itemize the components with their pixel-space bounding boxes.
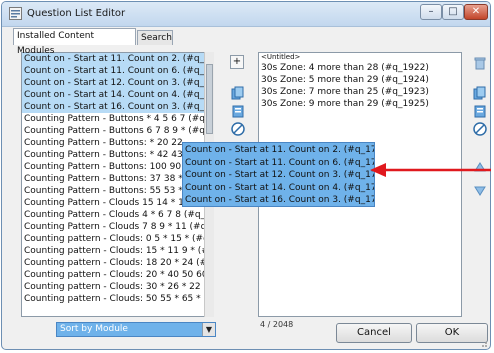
sort-select[interactable]: Sort by Module ▼ xyxy=(56,322,216,337)
trash-icon[interactable] xyxy=(473,56,487,70)
copy-icon[interactable] xyxy=(231,86,245,100)
right-remove-icon[interactable] xyxy=(473,122,487,136)
list-item[interactable]: Counting Pattern - Clouds 7 8 9 * 11 (#q… xyxy=(22,221,213,233)
question-count: 4 / 2048 xyxy=(260,320,294,329)
drag-preview-item: Count on - Start at 14. Count on 4. (#q_… xyxy=(185,182,374,193)
list-item[interactable]: 30s Zone: 9 more than 29 (#q_1925) xyxy=(259,98,461,110)
red-pointer-arrow-icon xyxy=(370,163,491,177)
sort-select-value: Sort by Module xyxy=(60,324,128,334)
list-header: <Untitled> xyxy=(261,53,301,61)
list-item[interactable]: Counting Pattern - Buttons 6 7 8 9 * (#q… xyxy=(22,125,213,137)
list-item[interactable]: Counting pattern - Clouds: 30 * 26 * 22 … xyxy=(22,281,213,293)
window-title: Question List Editor xyxy=(27,8,126,19)
list-item[interactable]: Counting Pattern - Clouds 4 * 6 7 8 (#q_… xyxy=(22,209,213,221)
minimize-icon[interactable]: – xyxy=(420,4,442,20)
resize-grip-icon[interactable] xyxy=(478,338,488,348)
tab-search[interactable]: Search xyxy=(137,30,173,45)
list-item[interactable]: Counting pattern - Clouds: 20 * 40 50 60… xyxy=(22,269,213,281)
list-item[interactable]: 30s Zone: 4 more than 28 (#q_1922) xyxy=(259,62,461,74)
right-paste-icon[interactable] xyxy=(473,104,487,118)
list-item[interactable]: Count on - Start at 11. Count on 6. (#q_… xyxy=(22,65,213,77)
chevron-down-icon[interactable]: ▼ xyxy=(202,323,215,336)
drag-preview-item: Count on - Start at 11. Count on 2. (#q_… xyxy=(185,145,374,155)
list-item[interactable]: Counting Pattern - Buttons * 4 5 6 7 (#q… xyxy=(22,113,213,125)
question-list-app-icon xyxy=(9,7,22,20)
list-item[interactable]: Count on - Start at 12. Count on 3. (#q_… xyxy=(22,77,213,89)
tab-installed-content-modules[interactable]: Installed Content Modules xyxy=(13,28,136,56)
list-item[interactable]: Counting pattern - Clouds: 15 * 11 9 * (… xyxy=(22,245,213,257)
remove-icon[interactable] xyxy=(231,122,245,136)
list-item[interactable]: 30s Zone: 7 more than 25 (#q_1923) xyxy=(259,86,461,98)
list-item[interactable]: 30s Zone: 5 more than 29 (#q_1924) xyxy=(259,74,461,86)
drag-preview-popup: Count on - Start at 11. Count on 2. (#q_… xyxy=(182,142,375,207)
left-list-scroll-thumb[interactable] xyxy=(206,64,213,134)
cancel-button[interactable]: Cancel xyxy=(336,323,412,343)
drag-preview-item: Count on - Start at 12. Count on 3. (#q_… xyxy=(185,170,374,180)
list-item[interactable]: Counting pattern - Clouds: 18 20 * 24 (#… xyxy=(22,257,213,269)
add-button[interactable]: + xyxy=(230,55,244,69)
drag-preview-item: Count on - Start at 11. Count on 6. (#q_… xyxy=(185,157,374,168)
down-arrow-icon[interactable] xyxy=(474,186,488,200)
title-bar: Question List Editor – □ ✕ xyxy=(2,2,490,27)
maximize-icon[interactable]: □ xyxy=(442,4,464,20)
close-icon[interactable]: ✕ xyxy=(464,4,488,20)
paste-icon[interactable] xyxy=(231,104,245,118)
right-copy-icon[interactable] xyxy=(473,86,487,100)
list-item[interactable]: Counting pattern - Clouds: 0 5 * 15 * (#… xyxy=(22,233,213,245)
list-item[interactable]: Count on - Start at 16. Count on 3. (#q_… xyxy=(22,101,213,113)
drag-preview-item: Count on - Start at 16. Count on 3. (#q_… xyxy=(185,195,374,205)
list-item[interactable]: Count on - Start at 14. Count on 4. (#q_… xyxy=(22,89,213,101)
list-item[interactable]: Counting pattern - Clouds: 50 55 * 65 * … xyxy=(22,293,213,305)
